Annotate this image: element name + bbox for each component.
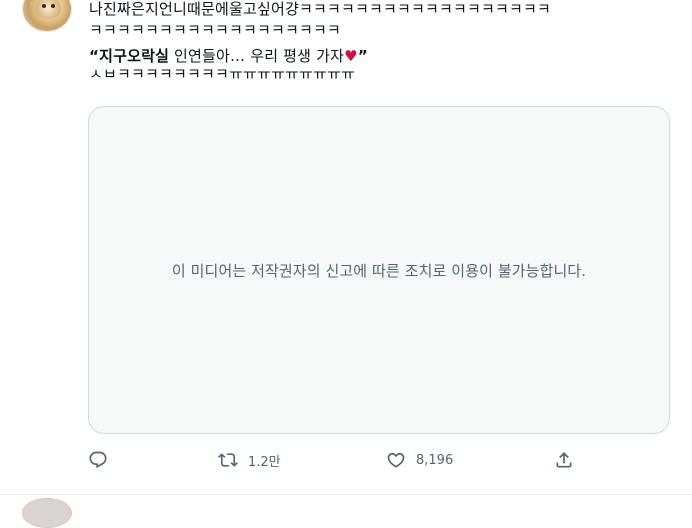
next-tweet-avatar[interactable] [22, 498, 72, 528]
user-avatar[interactable] [22, 0, 72, 32]
share-icon [556, 452, 572, 468]
tweet-text-line: 나진짜은지언니때문에울고싶어걍ㅋㅋㅋㅋㅋㅋㅋㅋㅋㅋㅋㅋㅋㅋㅋㅋㅋㅋ [89, 0, 552, 18]
heart-emoji: ♥ [344, 47, 358, 65]
retweet-button[interactable]: 1.2만 [218, 448, 281, 472]
retweet-count: 1.2만 [248, 454, 281, 470]
tweet[interactable]: 나진짜은지언니때문에울고싶어걍ㅋㅋㅋㅋㅋㅋㅋㅋㅋㅋㅋㅋㅋㅋㅋㅋㅋㅋ ㅋㅋㅋㅋㅋㅋ… [0, 0, 692, 494]
reply-button[interactable] [88, 448, 108, 472]
like-button[interactable]: 8,196 [386, 448, 453, 472]
avatar-eye-right [51, 4, 55, 8]
quote-text: 인연들아… 우리 평생 가자 [169, 47, 345, 65]
media-unavailable-message: 이 미디어는 저작권자의 신고에 따른 조치로 이용이 불가능합니다. [171, 262, 587, 280]
tweet-divider [0, 494, 692, 495]
like-count: 8,196 [416, 452, 454, 468]
tweet-text-line: ㅋㅋㅋㅋㅋㅋㅋㅋㅋㅋㅋㅋㅋㅋㅋㅋㅋㅋ [89, 21, 342, 39]
tweet-actions: 1.2만 8,196 [88, 448, 588, 472]
tweet-text-line: ㅅㅂㅋㅋㅋㅋㅋㅋㅋㅋㅠㅠㅠㅠㅠㅠㅠㅠㅠ [89, 65, 356, 82]
quote-open-mark: “ [89, 47, 100, 65]
reply-icon [89, 451, 107, 469]
avatar-eye-left [42, 4, 46, 8]
media-unavailable-card: 이 미디어는 저작권자의 신고에 따른 조치로 이용이 불가능합니다. [88, 106, 670, 434]
quote-close-mark: ” [357, 47, 368, 65]
heart-icon [387, 452, 405, 468]
quote-bold-text: 지구오락실 [99, 47, 170, 65]
share-button[interactable] [554, 448, 574, 472]
avatar-face [35, 0, 61, 19]
tweet-quote-line: “지구오락실 인연들아… 우리 평생 가자♥” [89, 46, 368, 66]
retweet-icon [218, 453, 238, 467]
